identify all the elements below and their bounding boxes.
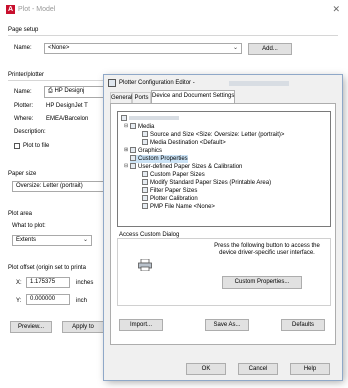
paper-icon bbox=[142, 139, 148, 145]
paper-size-heading: Paper size bbox=[8, 171, 37, 177]
tree-item-user-paper-sizes[interactable]: User-defined Paper Sizes & Calibration bbox=[130, 163, 242, 171]
tree-item-media[interactable]: Media bbox=[130, 123, 154, 131]
tree-label: Modify Standard Paper Sizes (Printable A… bbox=[150, 180, 272, 186]
y-offset-input[interactable]: 0.000000 bbox=[26, 294, 70, 305]
x-offset-unit: inches bbox=[76, 280, 94, 286]
custom-properties-button[interactable]: Custom Properties... bbox=[222, 276, 302, 289]
tree-root[interactable] bbox=[121, 115, 179, 123]
tree-label: Media Destination <Default> bbox=[150, 140, 226, 146]
tree-item-media-destination[interactable]: Media Destination <Default> bbox=[142, 139, 226, 147]
tab-general[interactable]: General bbox=[110, 92, 132, 103]
collapse-icon[interactable]: ⊟ bbox=[124, 163, 128, 169]
tree-label: Source and Size <Size: Oversize: Letter … bbox=[150, 132, 285, 138]
ok-button[interactable]: OK bbox=[186, 363, 226, 375]
plotter-config-editor: Plotter Configuration Editor - General P… bbox=[104, 75, 342, 380]
redacted-root-label bbox=[129, 116, 179, 120]
plot-area-heading: Plot area bbox=[8, 211, 33, 217]
config-editor-title: Plotter Configuration Editor - bbox=[119, 80, 195, 86]
printer-name-label: Name: bbox=[14, 89, 32, 95]
tree-item-graphics[interactable]: Graphics bbox=[130, 147, 162, 155]
page-setup-name-label: Name: bbox=[14, 45, 32, 51]
tree-item-custom-paper-sizes[interactable]: Custom Paper Sizes bbox=[142, 171, 205, 179]
settings-tree[interactable]: ⊟ Media Source and Size <Size: Oversize:… bbox=[117, 111, 331, 227]
plotter-label: Plotter: bbox=[14, 103, 34, 109]
cancel-button[interactable]: Cancel bbox=[238, 363, 278, 375]
paper-icon bbox=[142, 131, 148, 137]
what-to-plot-value: Extents bbox=[16, 237, 37, 243]
tree-label: Graphics bbox=[138, 148, 163, 154]
help-button[interactable]: Help bbox=[290, 363, 330, 375]
paper-size-select[interactable]: Oversize: Letter (portrait) bbox=[12, 181, 104, 192]
tree-item-source-size[interactable]: Source and Size <Size: Oversize: Letter … bbox=[142, 131, 284, 139]
plotter-value: HP DesignJet T bbox=[46, 103, 88, 109]
chevron-down-icon: ⌄ bbox=[82, 237, 88, 243]
filter-icon bbox=[142, 187, 148, 193]
plotter-icon bbox=[121, 115, 127, 121]
tree-label: PMP File Name <None> bbox=[150, 204, 215, 210]
redacted-filename bbox=[229, 81, 289, 86]
paper-icon bbox=[142, 179, 148, 185]
file-icon bbox=[142, 203, 148, 209]
page-setup-name-value: <None> bbox=[48, 45, 70, 51]
tree-item-custom-properties[interactable]: Custom Properties bbox=[130, 155, 188, 163]
settings-panel: ⊟ Media Source and Size <Size: Oversize:… bbox=[110, 103, 336, 345]
tree-label: Custom Paper Sizes bbox=[150, 172, 205, 178]
apply-to-layout-button[interactable]: Apply to bbox=[62, 321, 104, 333]
chevron-down-icon: ⌄ bbox=[232, 45, 238, 51]
tab-device-document-settings[interactable]: Device and Document Settings bbox=[151, 90, 235, 103]
defaults-button[interactable]: Defaults bbox=[281, 319, 325, 331]
graphics-icon bbox=[130, 147, 136, 153]
save-as-button[interactable]: Save As... bbox=[205, 319, 249, 331]
tree-item-pmp-file[interactable]: PMP File Name <None> bbox=[142, 203, 215, 211]
close-icon[interactable]: ✕ bbox=[332, 4, 340, 15]
x-offset-label: X: bbox=[16, 280, 22, 286]
where-value: EMEA/Barcelon bbox=[46, 116, 89, 122]
tree-label: Media bbox=[138, 124, 155, 130]
tree-label: Filter Paper Sizes bbox=[150, 188, 198, 194]
import-button[interactable]: Import... bbox=[119, 319, 163, 331]
tree-label: Custom Properties bbox=[138, 156, 188, 162]
tree-item-filter-paper[interactable]: Filter Paper Sizes bbox=[142, 187, 197, 195]
tab-ports[interactable]: Ports bbox=[132, 92, 151, 103]
tree-item-plotter-calibration[interactable]: Plotter Calibration bbox=[142, 195, 198, 203]
what-to-plot-select[interactable]: Extents ⌄ bbox=[12, 235, 92, 246]
calibration-icon bbox=[142, 195, 148, 201]
media-icon bbox=[130, 123, 136, 129]
page-setup-heading: Page setup bbox=[8, 27, 39, 33]
plot-titlebar: A Plot - Model ✕ bbox=[0, 0, 348, 20]
autocad-logo-icon: A bbox=[6, 5, 15, 14]
access-description: Press the following button to access the… bbox=[214, 243, 320, 256]
paper-icon bbox=[142, 171, 148, 177]
properties-icon bbox=[130, 155, 136, 161]
paper-icon bbox=[130, 163, 136, 169]
add-button[interactable]: Add... bbox=[248, 43, 292, 55]
collapse-icon[interactable]: ⊟ bbox=[124, 123, 128, 129]
plot-to-file-label: Plot to file bbox=[23, 143, 50, 149]
printer-heading: Printer/plotter bbox=[8, 72, 45, 78]
page-setup-name-select[interactable]: <None> ⌄ bbox=[44, 43, 242, 54]
paper-size-value: Oversize: Letter (portrait) bbox=[16, 183, 83, 189]
printer-name-select[interactable]: ⎙ HP Designj bbox=[44, 86, 104, 98]
what-to-plot-label: What to plot: bbox=[12, 223, 46, 229]
divider bbox=[8, 80, 104, 81]
plot-dialog-title: Plot - Model bbox=[18, 6, 56, 13]
tree-label: User-defined Paper Sizes & Calibration bbox=[138, 164, 243, 170]
where-label: Where: bbox=[14, 116, 34, 122]
access-custom-dialog-group: Press the following button to access the… bbox=[117, 238, 331, 306]
plotter-icon bbox=[108, 79, 116, 87]
divider bbox=[8, 35, 338, 36]
preview-button[interactable]: Preview... bbox=[10, 321, 52, 333]
description-label: Description: bbox=[14, 129, 46, 135]
printer-name-value: HP Designj bbox=[54, 88, 85, 94]
y-offset-label: Y: bbox=[16, 298, 22, 304]
printer-icon bbox=[138, 258, 152, 272]
plot-to-file-checkbox[interactable] bbox=[14, 143, 20, 149]
expand-icon[interactable]: ⊞ bbox=[124, 147, 128, 153]
tree-item-modify-standard[interactable]: Modify Standard Paper Sizes (Printable A… bbox=[142, 179, 271, 187]
y-offset-unit: inch bbox=[76, 298, 88, 304]
tree-label: Plotter Calibration bbox=[150, 196, 198, 202]
plot-offset-heading: Plot offset (origin set to printa bbox=[8, 265, 86, 271]
x-offset-input[interactable]: 1.175375 bbox=[26, 277, 70, 288]
